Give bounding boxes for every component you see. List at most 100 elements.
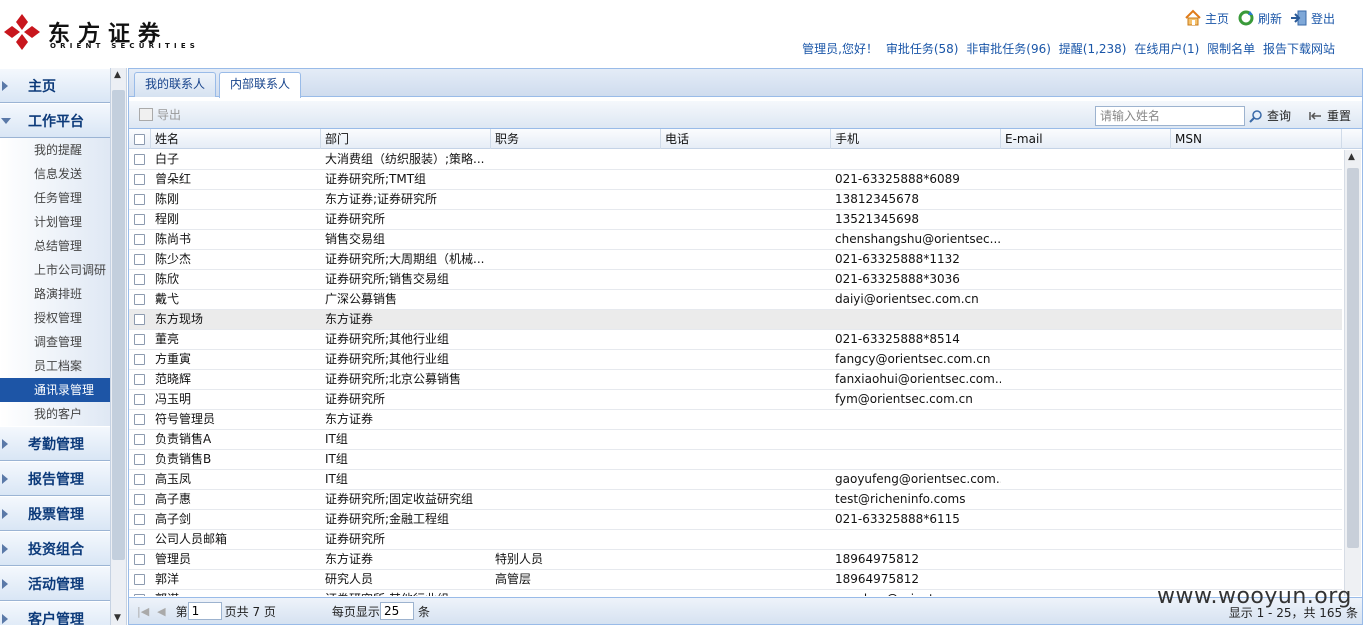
sidebar-item-address-book[interactable]: 通讯录管理 [0,378,110,402]
sidebar-section-stocks[interactable]: 股票管理 [0,496,110,531]
table-row[interactable]: 程刚 证券研究所 13521345698 [129,210,1342,230]
row-checkbox[interactable] [134,234,145,245]
row-checkbox[interactable] [134,554,145,565]
sidebar-section-activities[interactable]: 活动管理 [0,566,110,601]
sidebar-scroll-thumb[interactable] [112,90,125,560]
table-row[interactable]: 曾朵红 证券研究所;TMT组 021-63325888*6089 [129,170,1342,190]
refresh-link[interactable]: 刷新 [1237,9,1282,27]
sidebar-section-clients[interactable]: 客户管理 [0,601,110,625]
brand-logo[interactable]: 东方证券 ORIENT SECURITIES [2,10,195,56]
sidebar-item-task-management[interactable]: 任务管理 [0,186,110,210]
row-checkbox[interactable] [134,214,145,225]
sidebar-item-my-reminders[interactable]: 我的提醒 [0,138,110,162]
sidebar-section-reports[interactable]: 报告管理 [0,461,110,496]
table-row[interactable]: 管理员 东方证券 特别人员 18964975812 [129,550,1342,570]
home-link[interactable]: 主页 [1184,9,1229,27]
scroll-down-icon[interactable]: ▼ [114,613,121,623]
table-row[interactable]: 符号管理员 东方证券 [129,410,1342,430]
prev-page-icon[interactable]: ◀ [157,605,165,618]
table-row[interactable]: 东方现场 东方证券 [129,310,1342,330]
table-row[interactable]: 公司人员邮箱 证券研究所 [129,530,1342,550]
row-checkbox[interactable] [134,354,145,365]
export-button[interactable]: 导出 [139,106,181,123]
row-checkbox[interactable] [134,194,145,205]
table-row[interactable]: 董亮 证券研究所;其他行业组 021-63325888*8514 [129,330,1342,350]
name-search-input[interactable] [1095,106,1245,126]
table-row[interactable]: 白子 大消费组（纺织服装）;策略... [129,150,1342,170]
table-row[interactable]: 戴弋 广深公募销售 daiyi@orientsec.com.cn [129,290,1342,310]
table-row[interactable]: 高玉凤 IT组 gaoyufeng@orientsec.com... [129,470,1342,490]
sidebar-item-roadshow-schedule[interactable]: 路演排班 [0,282,110,306]
row-checkbox[interactable] [134,174,145,185]
row-checkbox[interactable] [134,474,145,485]
row-checkbox[interactable] [134,294,145,305]
column-header-position[interactable]: 职务 [491,129,661,149]
row-checkbox[interactable] [134,394,145,405]
approval-tasks-link[interactable]: 审批任务(58) [886,42,959,56]
column-header-department[interactable]: 部门 [321,129,491,149]
online-users-link[interactable]: 在线用户(1) [1134,42,1199,56]
column-header-mobile[interactable]: 手机 [831,129,1001,149]
sidebar-section-home[interactable]: 主页 [0,68,110,103]
tab-my-contacts[interactable]: 我的联系人 [134,72,217,97]
sidebar-section-workbench[interactable]: 工作平台 [0,103,110,138]
row-checkbox[interactable] [134,254,145,265]
row-checkbox[interactable] [134,334,145,345]
row-checkbox[interactable] [134,314,145,325]
table-row[interactable]: 陈尚书 销售交易组 chenshangshu@orientsec... [129,230,1342,250]
sidebar-item-employee-files[interactable]: 员工档案 [0,354,110,378]
column-header-email[interactable]: E-mail [1001,129,1171,149]
logout-link[interactable]: 登出 [1290,9,1335,27]
row-checkbox[interactable] [134,534,145,545]
row-checkbox[interactable] [134,154,145,165]
row-checkbox[interactable] [134,514,145,525]
table-row[interactable]: 负责销售B IT组 [129,450,1342,470]
reset-button[interactable]: 重置 [1309,107,1351,124]
scroll-up-icon[interactable]: ▲ [114,70,121,80]
page-number-input[interactable] [187,602,222,620]
row-checkbox[interactable] [134,374,145,385]
row-checkbox[interactable] [134,454,145,465]
report-download-link[interactable]: 报告下载网站 [1263,42,1335,56]
table-row[interactable]: 陈少杰 证券研究所;大周期组（机械... 021-63325888*1132 [129,250,1342,270]
row-checkbox[interactable] [134,594,145,596]
sidebar-item-my-clients[interactable]: 我的客户 [0,402,110,426]
cell-mobile [831,430,1001,450]
table-row[interactable]: 陈欣 证券研究所;销售交易组 021-63325888*3036 [129,270,1342,290]
sidebar-item-plan-management[interactable]: 计划管理 [0,210,110,234]
row-checkbox[interactable] [134,274,145,285]
row-checkbox[interactable] [134,494,145,505]
row-checkbox[interactable] [134,574,145,585]
sidebar-item-summary-management[interactable]: 总结管理 [0,234,110,258]
grid-scrollbar[interactable]: ▲ [1344,150,1361,596]
row-checkbox[interactable] [134,414,145,425]
select-all-checkbox[interactable] [134,134,145,145]
table-row[interactable]: 高子惠 证券研究所;固定收益研究组 test@richeninfo.coms [129,490,1342,510]
sidebar-section-portfolio[interactable]: 投资组合 [0,531,110,566]
scroll-up-icon[interactable]: ▲ [1348,152,1355,162]
table-row[interactable]: 方重寅 证券研究所;其他行业组 fangcy@orientsec.com.cn [129,350,1342,370]
non-approval-tasks-link[interactable]: 非审批任务(96) [966,42,1051,56]
sidebar-item-send-message[interactable]: 信息发送 [0,162,110,186]
first-page-icon[interactable]: |◀ [137,605,149,618]
column-header-phone[interactable]: 电话 [661,129,831,149]
sidebar-item-authorization[interactable]: 授权管理 [0,306,110,330]
query-button[interactable]: 查询 [1249,107,1291,124]
reminders-link[interactable]: 提醒(1,238) [1059,42,1127,56]
table-row[interactable]: 范晓辉 证券研究所;北京公募销售 fanxiaohui@orientsec.com.… [129,370,1342,390]
table-row[interactable]: 高子剑 证券研究所;金融工程组 021-63325888*6115 [129,510,1342,530]
sidebar-scrollbar[interactable]: ▲ ▼ [110,68,127,625]
sidebar-section-attendance[interactable]: 考勤管理 [0,426,110,461]
row-checkbox[interactable] [134,434,145,445]
column-header-name[interactable]: 姓名 [151,129,321,149]
tab-internal-contacts[interactable]: 内部联系人 [219,72,302,98]
table-row[interactable]: 负责销售A IT组 [129,430,1342,450]
sidebar-item-survey[interactable]: 调查管理 [0,330,110,354]
sidebar-item-company-research[interactable]: 上市公司调研 [0,258,110,282]
grid-scroll-thumb[interactable] [1347,168,1359,548]
restricted-list-link[interactable]: 限制名单 [1207,42,1255,56]
table-row[interactable]: 陈刚 东方证券;证券研究所 13812345678 [129,190,1342,210]
table-row[interactable]: 冯玉明 证券研究所 fym@orientsec.com.cn [129,390,1342,410]
column-header-msn[interactable]: MSN [1171,129,1342,149]
page-size-input[interactable] [379,602,414,620]
